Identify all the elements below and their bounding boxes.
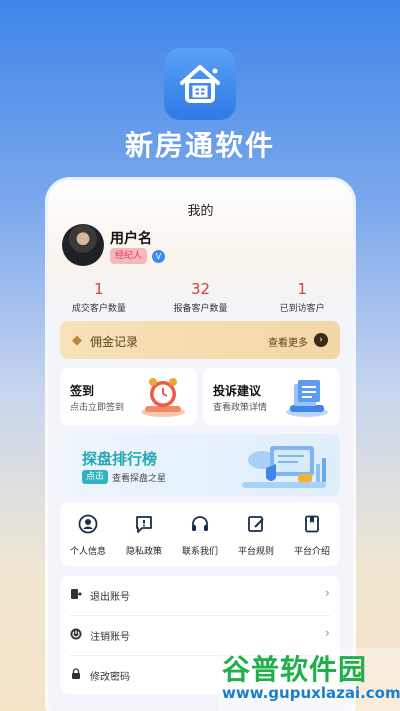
stat-visited[interactable]: 1 已到访客户	[251, 280, 353, 314]
watermark: 谷普软件园 www.gupuxlazai.com	[218, 648, 400, 711]
ranking-tag[interactable]: 点击	[82, 470, 109, 484]
watermark-logo: 谷普软件园	[222, 653, 368, 686]
chevron-right-icon[interactable]: ›	[314, 333, 328, 347]
power-icon	[70, 628, 82, 640]
stat-deals[interactable]: 1 成交客户数量	[48, 280, 150, 314]
chevron-right-icon: ›	[324, 586, 330, 601]
app-title: 新房通软件	[124, 129, 275, 162]
menu-label: 联系我们	[181, 547, 218, 557]
stat-label: 已到访客户	[279, 304, 325, 314]
menu-label: 个人信息	[69, 547, 106, 557]
view-more-link[interactable]: 查看更多	[268, 334, 308, 349]
lock-icon	[72, 668, 80, 679]
stats-row: 1 成交客户数量 32 报备客户数量 1 已到访客户	[48, 280, 353, 314]
privacy-icon	[136, 516, 152, 533]
ranking-subtitle: 查看探盘之星	[112, 474, 167, 484]
stat-label: 成交客户数量	[71, 304, 126, 314]
menu-item-intro[interactable]: 平台介绍	[284, 514, 340, 557]
menu-item-profile[interactable]: 个人信息	[60, 514, 116, 557]
headset-icon	[192, 516, 208, 531]
menu-label: 平台介绍	[293, 547, 330, 557]
app-logo	[164, 48, 236, 120]
menu-item-contact[interactable]: 联系我们	[172, 514, 228, 557]
stat-label: 报备客户数量	[173, 304, 228, 314]
checkin-title: 签到	[70, 384, 95, 398]
watermark-url: www.gupuxlazai.com	[222, 684, 400, 702]
stat-value: 32	[190, 280, 211, 298]
diamond-icon: ◆	[72, 333, 82, 348]
checkin-subtitle: 点击立即签到	[70, 403, 125, 413]
username: 用户名	[110, 231, 152, 247]
intro-icon	[305, 515, 319, 533]
avatar[interactable]	[62, 224, 104, 266]
complaint-subtitle: 查看政策详情	[213, 403, 268, 413]
commission-banner[interactable]: ◆ 佣金记录 查看更多 ›	[60, 321, 340, 359]
alarm-clock-icon	[141, 378, 185, 417]
stat-value: 1	[297, 280, 307, 298]
complaint-title: 投诉建议	[213, 384, 262, 398]
commission-title: 佣金记录	[90, 335, 139, 349]
verified-icon: V	[152, 250, 165, 263]
menu-item-privacy[interactable]: 隐私政策	[116, 514, 172, 557]
stat-reported[interactable]: 32 报备客户数量	[150, 280, 252, 314]
page-title: 我的	[187, 204, 214, 219]
person-icon	[78, 514, 98, 534]
ranking-title: 探盘排行榜	[82, 450, 158, 468]
ranking-banner[interactable]: 探盘排行榜 点击 查看探盘之星	[60, 434, 340, 496]
phone-screen: 我的 用户名 经纪人 V 1 成交客户数量 32 报备客户数量 1 已到访客户 …	[48, 180, 353, 711]
documents-icon	[286, 380, 328, 417]
role-badge: 经纪人	[110, 248, 148, 264]
stat-value: 1	[94, 280, 104, 298]
rules-icon	[248, 516, 264, 532]
row-label: 修改密码	[90, 672, 130, 683]
menu-item-rules[interactable]: 平台规则	[228, 514, 284, 557]
dashboard-illustration-icon	[242, 446, 326, 488]
row-label: 退出账号	[90, 592, 130, 603]
menu-label: 平台规则	[237, 547, 274, 557]
logout-row[interactable]: 退出账号 ›	[60, 576, 340, 614]
menu-card: 个人信息 隐私政策 联系我们 平台规则 平台介绍	[60, 502, 340, 566]
house-icon	[180, 65, 220, 103]
checkin-card[interactable]: 签到 点击立即签到	[60, 368, 197, 426]
logout-icon	[71, 589, 82, 599]
complaint-card[interactable]: 投诉建议 查看政策详情	[203, 368, 340, 426]
menu-label: 隐私政策	[125, 547, 162, 557]
chevron-right-icon: ›	[324, 626, 330, 641]
row-label: 注销账号	[90, 632, 130, 643]
